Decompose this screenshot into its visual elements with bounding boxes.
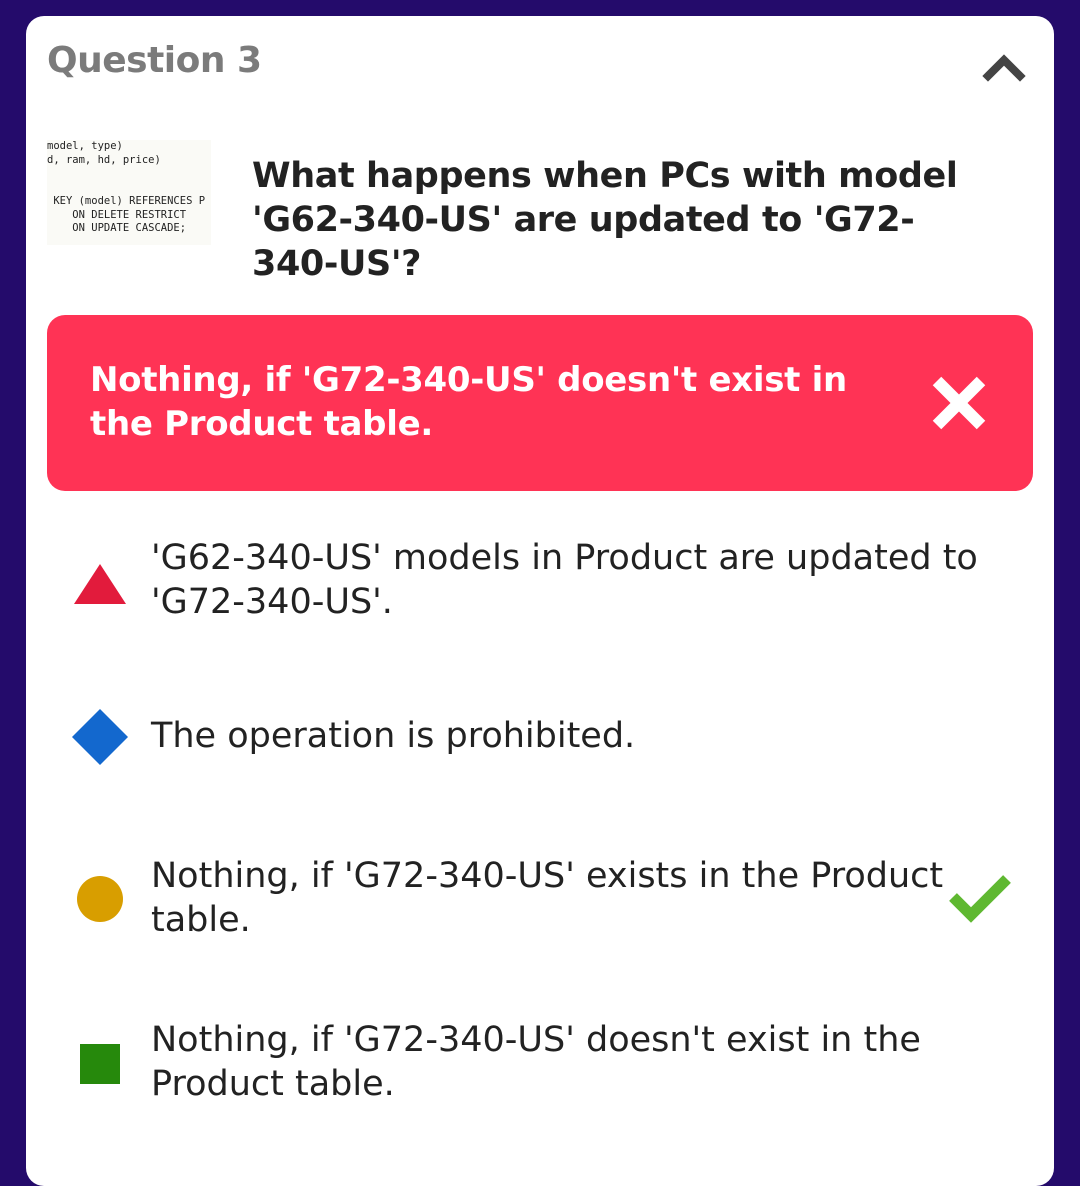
close-icon xyxy=(932,376,986,430)
answer-option-text: Nothing, if 'G72-340-US' doesn't exist i… xyxy=(151,1020,921,1104)
square-icon xyxy=(80,1044,120,1084)
triangle-icon xyxy=(74,564,126,604)
answer-option-1[interactable]: 'G62-340-US' models in Product are updat… xyxy=(47,526,1033,626)
diamond-icon xyxy=(72,709,128,765)
selected-answer-text: Nothing, if 'G72-340-US' doesn't exist i… xyxy=(90,360,847,444)
answer-option-text: 'G62-340-US' models in Product are updat… xyxy=(151,538,978,622)
circle-icon xyxy=(77,876,123,922)
question-image: model, type) d, ram, hd, price) KEY (mod… xyxy=(47,140,211,245)
answer-option-4[interactable]: Nothing, if 'G72-340-US' doesn't exist i… xyxy=(47,1016,1033,1116)
answer-option-2[interactable]: The operation is prohibited. xyxy=(47,706,1033,776)
collapse-button[interactable] xyxy=(980,50,1028,82)
code-snippet: model, type) d, ram, hd, price) KEY (mod… xyxy=(47,140,206,235)
checkmark-icon xyxy=(949,875,1011,923)
answer-option-3[interactable]: Nothing, if 'G72-340-US' exists in the P… xyxy=(47,851,1033,951)
chevron-up-icon xyxy=(982,54,1026,82)
question-card: Question 3 model, type) d, ram, hd, pric… xyxy=(26,16,1054,1186)
answer-option-text: The operation is prohibited. xyxy=(151,716,636,756)
question-text: What happens when PCs with model 'G62-34… xyxy=(252,156,958,284)
question-number: Question 3 xyxy=(47,40,262,81)
selected-answer[interactable]: Nothing, if 'G72-340-US' doesn't exist i… xyxy=(47,315,1033,491)
answer-option-text: Nothing, if 'G72-340-US' exists in the P… xyxy=(151,856,944,940)
